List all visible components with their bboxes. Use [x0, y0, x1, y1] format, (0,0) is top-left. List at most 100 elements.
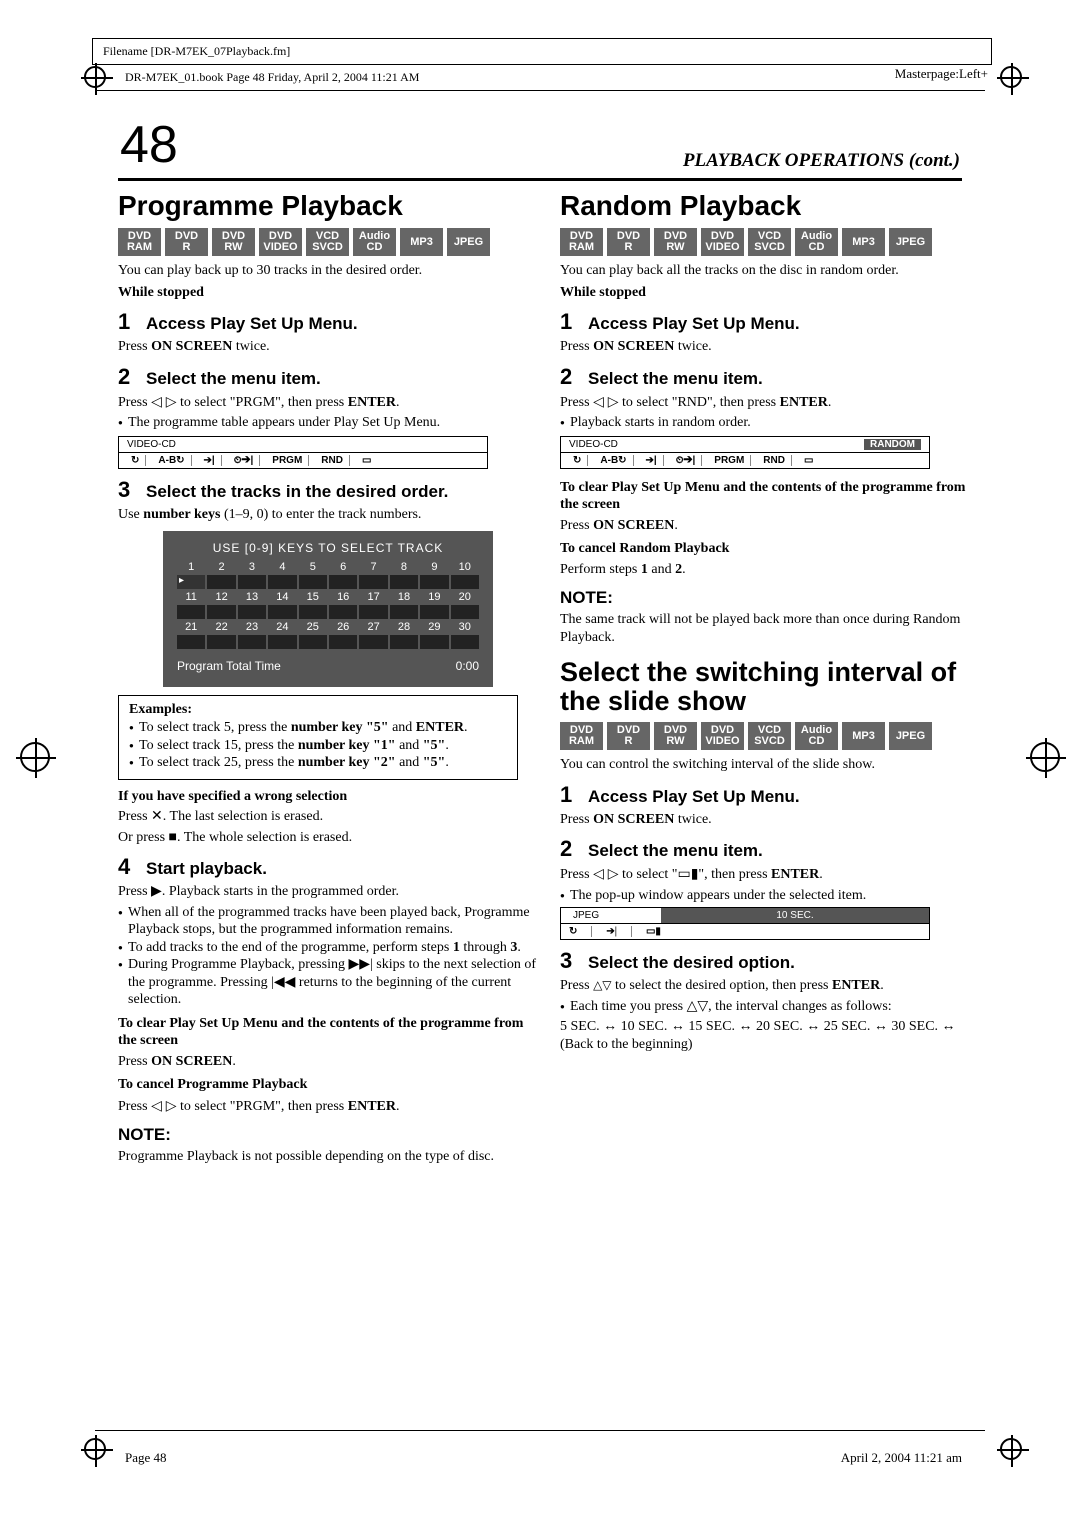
tr-s [268, 605, 296, 619]
tr-l: 25 [299, 621, 327, 633]
clear-head: To clear Play Set Up Menu and the conten… [118, 1015, 538, 1050]
tr-s [390, 635, 418, 649]
tr-s [329, 605, 357, 619]
rnd-while: While stopped [560, 284, 980, 302]
step1-body: Press ON SCREEN twice. [118, 338, 538, 356]
tr-s [420, 635, 448, 649]
ss-step1-head: 1Access Play Set Up Menu. [560, 782, 980, 808]
tr-s [177, 575, 205, 589]
note-head-left: NOTE: [118, 1125, 538, 1145]
r-step2-head: 2Select the menu item. [560, 364, 980, 390]
tr-s [329, 575, 357, 589]
track-panel-title: USE [0-9] KEYS TO SELECT TRACK [177, 541, 479, 555]
tr-l: 28 [390, 621, 418, 633]
tr-l: 29 [420, 621, 448, 633]
bar-rnd: RND [315, 455, 350, 466]
r-note-body: The same track will not be played back m… [560, 611, 980, 646]
b-jpeg: JPEG [889, 228, 932, 256]
ex2: To select track 15, press the number key… [129, 737, 507, 755]
examples-title: Examples: [129, 702, 192, 717]
rnd-intro: You can play back all the tracks on the … [560, 262, 980, 280]
tr-s [420, 605, 448, 619]
r-bar-random-tag: RANDOM [864, 439, 921, 450]
step4-head: 4Start playback. [118, 854, 538, 880]
ss-step1-body: Press ON SCREEN twice. [560, 811, 980, 829]
ex1: To select track 5, press the number key … [129, 719, 507, 737]
rbar-time-icon: ⏲➔| [670, 455, 703, 466]
step3-body: Use number keys (1–9, 0) to enter the tr… [118, 506, 538, 524]
track-select-panel: USE [0-9] KEYS TO SELECT TRACK 123456789… [163, 531, 493, 687]
jb-skip-icon: ➔| [606, 926, 632, 937]
format-badges-right1: DVDRAM DVDR DVDRW DVDVIDEO VCDSVCD Audio… [560, 228, 980, 256]
cancel-body: Press ◁ ▷ to select "PRGM", then press E… [118, 1097, 538, 1116]
tr-l: 30 [451, 621, 479, 633]
tr-s [238, 605, 266, 619]
r-clear-body: Press ON SCREEN. [560, 517, 980, 535]
r-clear-head: To clear Play Set Up Menu and the conten… [560, 479, 980, 514]
reg-mark-bl [84, 1438, 106, 1460]
tr-s [177, 605, 205, 619]
b2-dvd-r: DVDR [607, 722, 650, 750]
tr-s [238, 635, 266, 649]
tr-l: 17 [359, 591, 387, 603]
tr-s [359, 575, 387, 589]
tr-s [299, 635, 327, 649]
step1-head: 1Access Play Set Up Menu. [118, 309, 538, 335]
r-bar-title: VIDEO-CD [569, 439, 618, 450]
playsetup-bar-left: VIDEO-CD ↻ A-B↻ ➔| ⏲➔| PRGM RND ▭ [118, 436, 488, 469]
tr-s [451, 635, 479, 649]
ex3: To select track 25, press the number key… [129, 754, 507, 772]
tr-l: 24 [268, 621, 296, 633]
r-step1-body: Press ON SCREEN twice. [560, 338, 980, 356]
step2-head: 2Select the menu item. [118, 364, 538, 390]
b-dvd-rw: DVDRW [654, 228, 697, 256]
jpeg-right: 10 SEC. [661, 908, 929, 923]
tr-l: 18 [390, 591, 418, 603]
format-badges-left: DVDRAM DVDR DVDRW DVDVIDEO VCDSVCD Audio… [118, 228, 538, 256]
jb-repeat-icon: ↻ [569, 926, 592, 937]
b2-audio-cd: AudioCD [795, 722, 838, 750]
section-title: PLAYBACK OPERATIONS (cont.) [683, 150, 960, 172]
rbar-skip-icon: ➔| [640, 455, 664, 466]
s4li1: When all of the programmed tracks have b… [118, 904, 538, 939]
tr-l: 23 [238, 621, 266, 633]
badge-dvd-r: DVDR [165, 228, 208, 256]
b2-dvd-rw: DVDRW [654, 722, 697, 750]
right-column: Random Playback DVDRAM DVDR DVDRW DVDVID… [560, 190, 980, 1056]
slideshow-heading: Select the switching interval of the sli… [560, 658, 980, 716]
ss-step2-head: 2Select the menu item. [560, 836, 980, 862]
bar-skip-icon: ➔| [198, 455, 222, 466]
r-cancel-body: Perform steps 1 and 2. [560, 561, 980, 579]
tr-s [299, 575, 327, 589]
reg-mark-br [1000, 1438, 1022, 1460]
s4li3: During Programme Playback, pressing ▶▶| … [118, 956, 538, 1009]
playsetup-bar-right: VIDEO-CD RANDOM ↻ A-B↻ ➔| ⏲➔| PRGM RND ▭ [560, 436, 930, 469]
b-dvd-ram: DVDRAM [560, 228, 603, 256]
b-vcd-svcd: VCDSVCD [748, 228, 791, 256]
tr-s [390, 575, 418, 589]
badge-audio-cd: AudioCD [353, 228, 396, 256]
tr-l: 11 [177, 591, 205, 603]
tr-l: 4 [268, 561, 296, 573]
ss-step2-note: The pop-up window appears under the sele… [560, 887, 980, 905]
tr-l: 26 [329, 621, 357, 633]
rbar-prgm: PRGM [708, 455, 751, 466]
bar-ab-icon: A-B↻ [152, 455, 191, 466]
reg-mark-ml [20, 742, 50, 772]
tr-s [207, 575, 235, 589]
reg-mark-tl [84, 66, 106, 88]
tr-l: 10 [451, 561, 479, 573]
b-dvd-r: DVDR [607, 228, 650, 256]
tr-s [238, 575, 266, 589]
b-dvd-video: DVDVIDEO [701, 228, 744, 256]
b2-vcd-svcd: VCDSVCD [748, 722, 791, 750]
b-mp3: MP3 [842, 228, 885, 256]
jb-slide-icon: ▭▮ [646, 926, 675, 937]
ss-step3-body: Press △▽ to select the desired option, t… [560, 977, 980, 995]
s4li2: To add tracks to the end of the programm… [118, 939, 538, 957]
tr-s [268, 635, 296, 649]
while-stopped: While stopped [118, 284, 538, 302]
masterpage: Masterpage:Left+ [895, 66, 988, 82]
bar-time-icon: ⏲➔| [228, 455, 261, 466]
filename-frame: Filename [DR-M7EK_07Playback.fm] [92, 38, 992, 65]
